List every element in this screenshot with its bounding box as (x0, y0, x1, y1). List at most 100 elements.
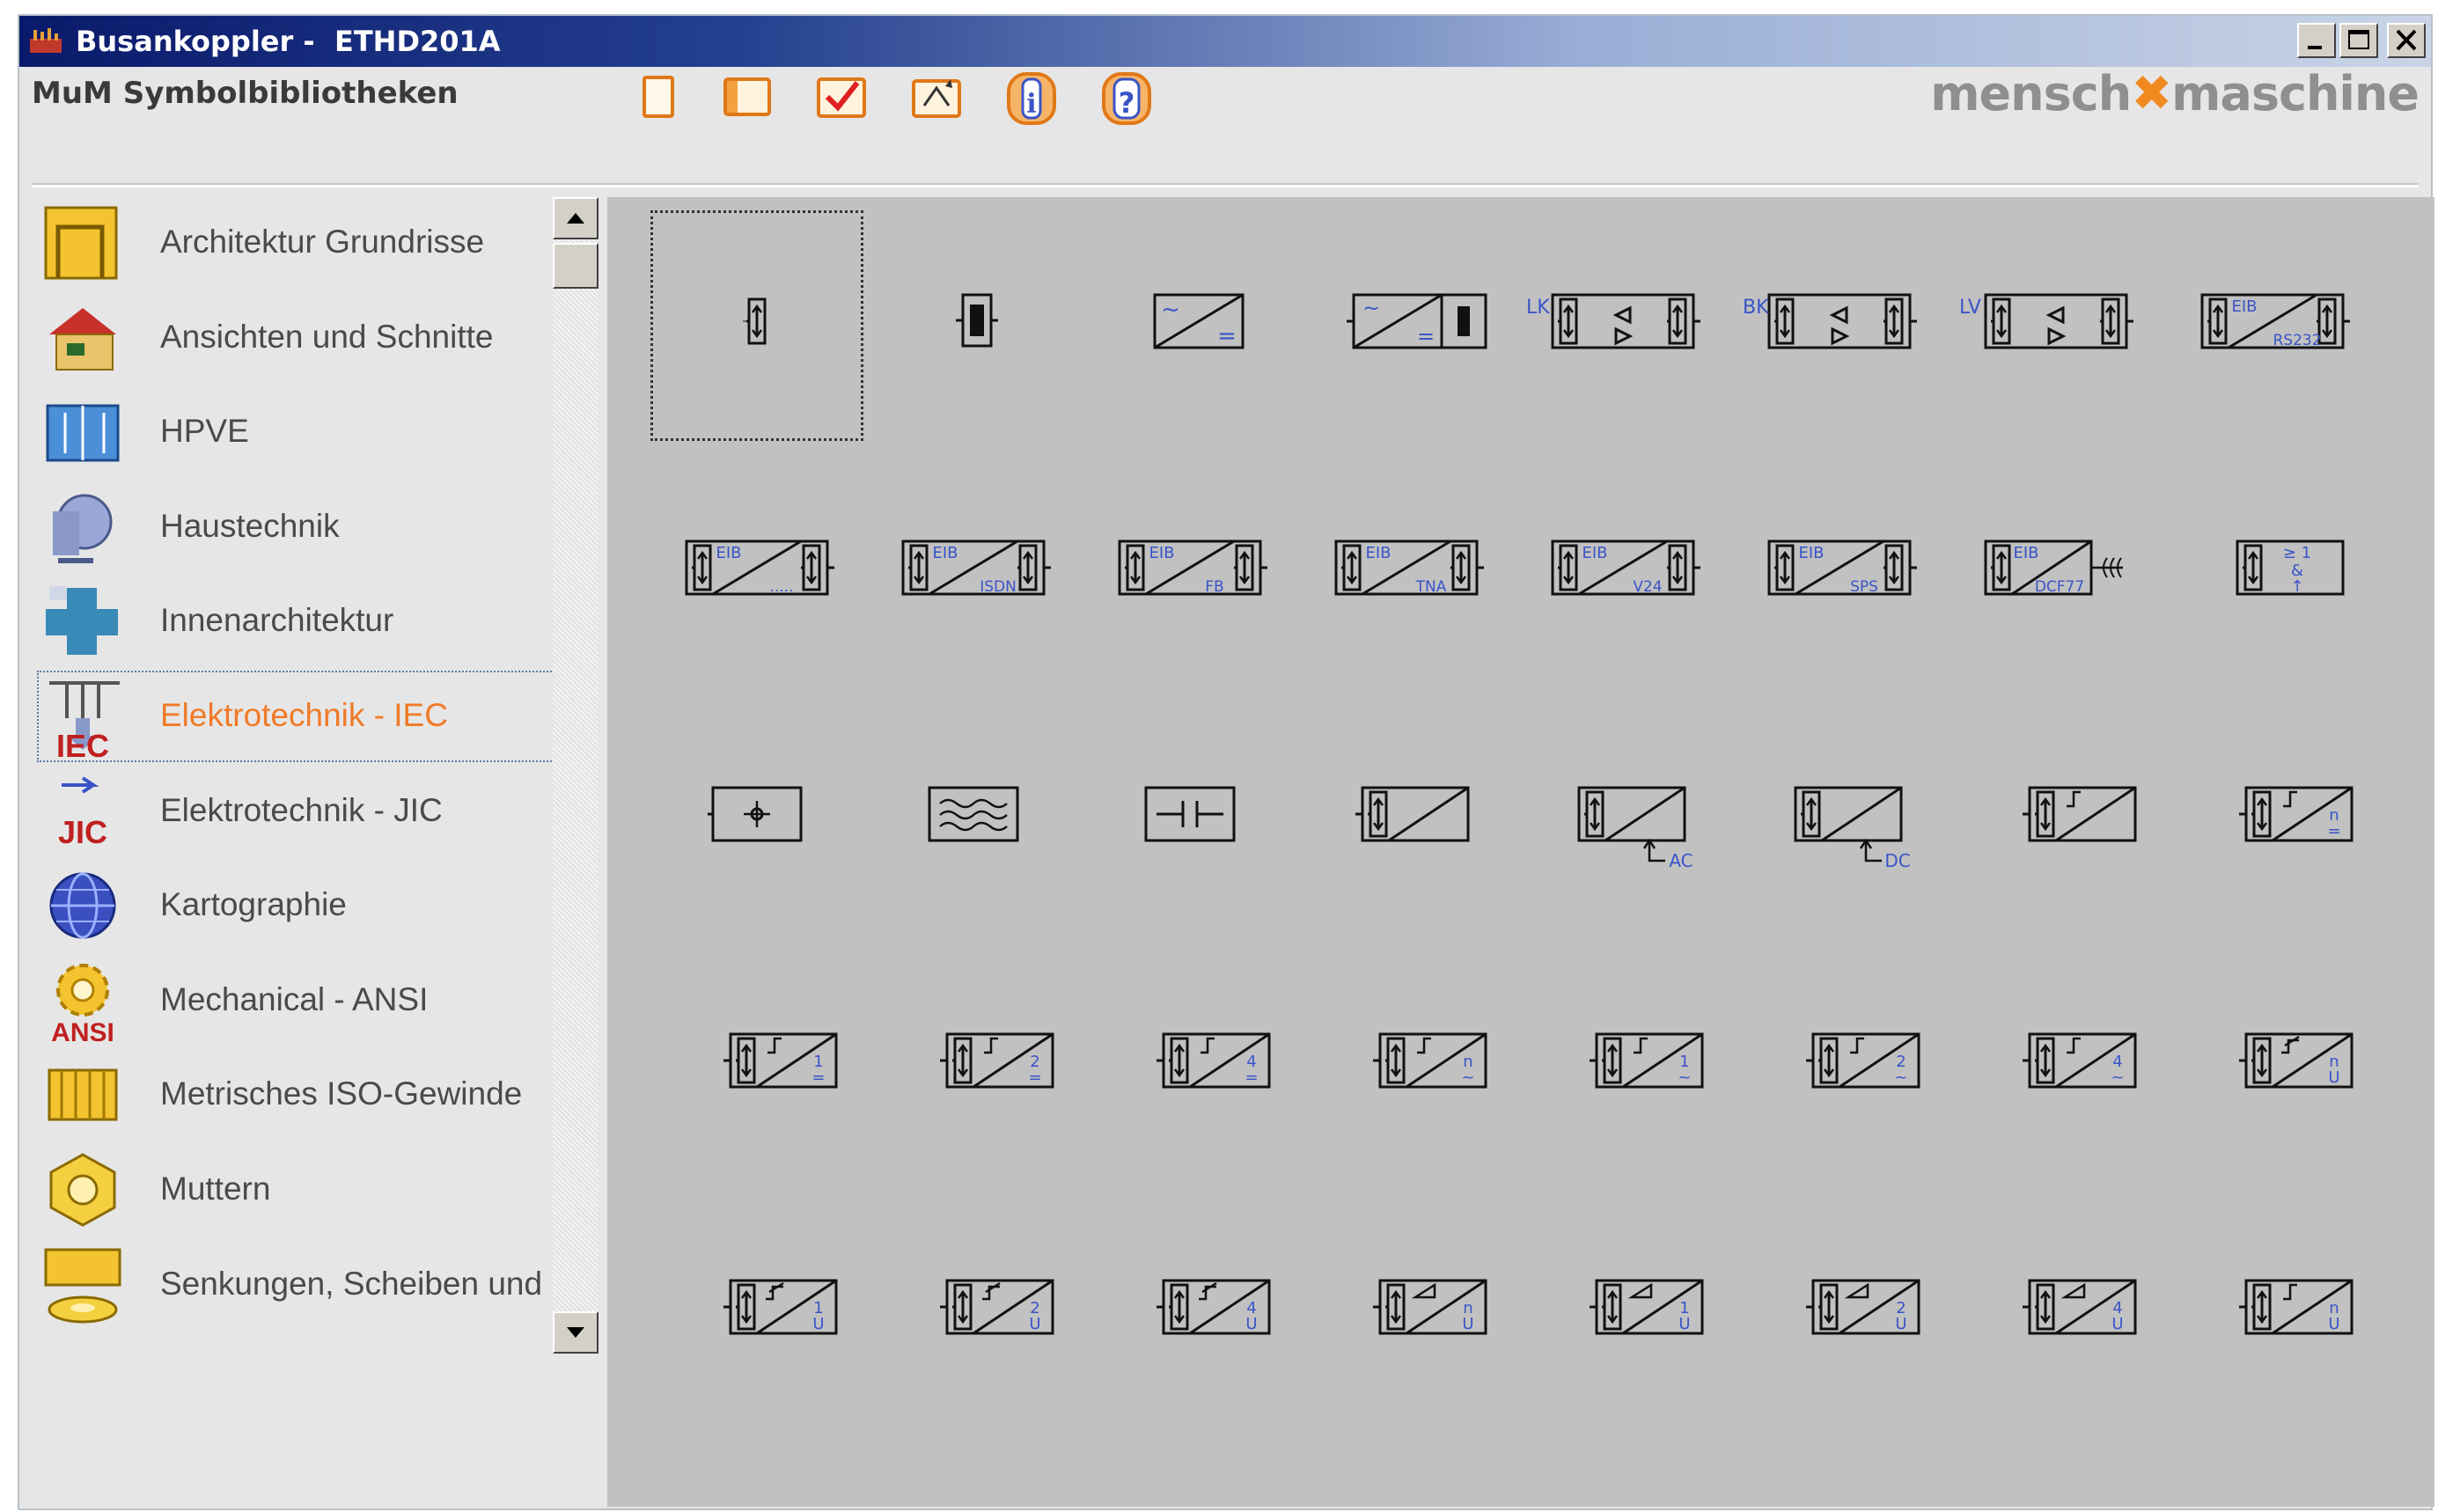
symbol-coupler[interactable]: BK (1734, 211, 1945, 440)
svg-text:~: ~ (1678, 1068, 1691, 1087)
symbol-eib[interactable]: EIB RS232 (2167, 211, 2378, 440)
symbol-eib-antenna[interactable]: EIB DCF77 (1950, 458, 2162, 686)
symbol-step[interactable]: 2 ~ (1734, 951, 1945, 1179)
symbol-coupler[interactable]: LV (1950, 211, 2162, 440)
symbol-ramp[interactable]: 2U (1734, 1197, 1945, 1426)
maximize-button[interactable] (2339, 23, 2378, 58)
scroll-thumb[interactable] (553, 243, 598, 289)
symbol-graphic: LV (1959, 293, 2133, 349)
symbol-graphic: AC (1577, 786, 1693, 871)
svg-text:EIB: EIB (716, 544, 741, 562)
sidebar-item[interactable]: Metrisches ISO-Gewinde (37, 1049, 565, 1141)
sidebar-item-label: Kartographie (160, 886, 347, 923)
symbol-dim[interactable]: 1U (651, 1197, 863, 1426)
svg-text:~: ~ (1362, 296, 1380, 320)
svg-text:U: U (812, 1315, 824, 1333)
symbol-dim[interactable]: 4U (1084, 1197, 1296, 1426)
scroll-up-button[interactable] (553, 197, 598, 239)
symbol-eib[interactable]: EIB FB (1084, 458, 1296, 686)
symbol-eib[interactable]: EIB V24 (1517, 458, 1729, 686)
symbol-slash-supply[interactable]: DC (1734, 704, 1945, 933)
symbol-step[interactable]: 2 = (868, 951, 1079, 1179)
symbol-step[interactable]: 1 ~ (1517, 951, 1729, 1179)
symbol-step[interactable]: n = (2167, 704, 2378, 933)
symbol-acdc-bat[interactable]: ~ = (1301, 211, 1512, 440)
svg-text:JIC: JIC (58, 814, 107, 850)
symbol-ramp[interactable]: nU (1301, 1197, 1512, 1426)
symbol-graphic: 4= (1157, 1032, 1271, 1089)
svg-text:EIB: EIB (1365, 544, 1391, 562)
symbol-graphic: 2~ (1806, 1032, 1920, 1089)
sidebar-item[interactable]: Muttern (37, 1144, 565, 1236)
symbol-eib[interactable]: EIB SPS (1734, 458, 1945, 686)
symbol-step[interactable]: n ~ (1301, 951, 1512, 1179)
symbol-step[interactable]: 4 ~ (1950, 951, 2162, 1179)
symbol-graphic: EIB..... (685, 539, 834, 596)
brand-x-icon: ✖ (2131, 65, 2172, 122)
scroll-down-button[interactable] (553, 1311, 598, 1354)
sidebar-item[interactable]: ANSI Mechanical - ANSI (37, 955, 565, 1046)
close-button[interactable] (2387, 23, 2426, 58)
symbol-capacitor[interactable] (1084, 704, 1296, 933)
refresh-button[interactable] (905, 67, 968, 128)
sidebar-item[interactable]: IEC Elektrotechnik - IEC (37, 671, 565, 762)
sidebar-item[interactable]: Architektur Grundrisse (37, 197, 565, 289)
symbol-step[interactable] (1950, 704, 2162, 933)
sidebar-item[interactable]: Innenarchitektur (37, 576, 565, 667)
sidebar-item[interactable]: HPVE (37, 386, 565, 478)
symbol-waves[interactable] (868, 704, 1079, 933)
svg-text:~: ~ (1461, 1068, 1474, 1087)
symbol-slot2[interactable] (868, 211, 1079, 440)
sidebar-item[interactable]: Kartographie (37, 860, 565, 951)
symbol-crosshair[interactable] (651, 704, 863, 933)
svg-text:=: = (1417, 324, 1435, 349)
symbol-graphic: 1U (723, 1279, 838, 1335)
help-button[interactable]: ? (1095, 67, 1158, 128)
symbol-eib[interactable]: EIB ISDN (868, 458, 1079, 686)
refresh-icon (912, 79, 961, 118)
symbol-graphic: LK (1526, 293, 1700, 349)
symbol-ramp[interactable]: 4U (1950, 1197, 2162, 1426)
sidebar-item[interactable]: Haustechnik (37, 481, 565, 573)
symbol-logic[interactable]: ≥ 1 & ↑ (2167, 458, 2378, 686)
svg-text:FB: FB (1205, 578, 1223, 596)
sidebar-item[interactable]: Senkungen, Scheiben und Du (37, 1239, 593, 1331)
sidebar-item[interactable]: JIC Elektrotechnik - JIC (37, 766, 565, 857)
symbol-graphic: EIB ISDN (901, 539, 1051, 596)
info-button[interactable]: i (1000, 67, 1063, 128)
symbol-dim[interactable]: nU (2167, 951, 2378, 1179)
svg-text:U: U (2328, 1315, 2339, 1333)
symbol-slot1[interactable] (650, 210, 863, 441)
symbol-coupler[interactable]: LK (1517, 211, 1729, 440)
check-button[interactable] (810, 67, 873, 128)
svg-text:RS232: RS232 (2273, 332, 2321, 349)
sidebar-item[interactable]: Ansichten und Schnitte (37, 292, 565, 384)
title-bar[interactable]: Busankoppler - ETHD201A (19, 16, 2431, 67)
symbol-step[interactable]: nU (2167, 1197, 2378, 1426)
svg-text:=: = (1217, 323, 1237, 349)
new-page-button[interactable] (627, 67, 690, 128)
svg-text:U: U (2111, 1315, 2123, 1333)
minimize-icon (2308, 46, 2322, 49)
symbol-eib[interactable]: EIB TNA (1301, 458, 1512, 686)
symbol-eib[interactable]: EIB..... (651, 458, 863, 686)
library-title: MuM Symbolbibliotheken (32, 76, 459, 111)
symbol-step[interactable]: 1 = (651, 951, 863, 1179)
sidebar-item-label: Metrisches ISO-Gewinde (160, 1075, 523, 1112)
symbol-dim[interactable]: 2U (868, 1197, 1079, 1426)
thread-icon (48, 1068, 118, 1121)
symbol-slash-in[interactable] (1301, 704, 1512, 933)
library-scrollbar[interactable] (553, 197, 598, 1354)
info-icon: i (1007, 72, 1056, 125)
symbol-slash-supply[interactable]: AC (1517, 704, 1729, 933)
svg-text:BK: BK (1743, 297, 1769, 319)
symbol-graphic: EIB SPS (1767, 539, 1917, 596)
symbol-ramp[interactable]: 1U (1517, 1197, 1729, 1426)
svg-text:AC: AC (1669, 850, 1693, 871)
minimize-button[interactable] (2297, 23, 2336, 58)
symbol-acdc[interactable]: ~ = (1084, 211, 1296, 440)
page-icon (643, 76, 674, 118)
svg-text:SPS: SPS (1850, 578, 1878, 596)
symbol-step[interactable]: 4 = (1084, 951, 1296, 1179)
panel-button[interactable] (715, 67, 778, 128)
